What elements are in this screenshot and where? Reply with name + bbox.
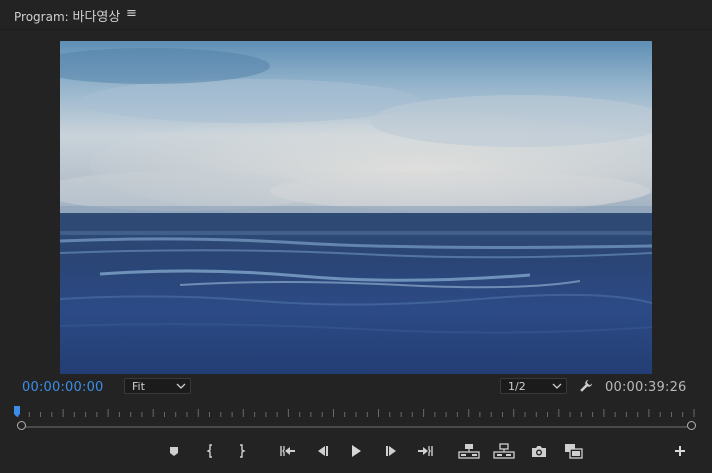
zoom-scroll-left-handle[interactable] — [17, 421, 26, 430]
extract-icon — [493, 443, 515, 459]
playback-resolution-value: 1/2 — [508, 380, 526, 393]
transport-controls — [0, 438, 712, 466]
panel-title-prefix: Program: — [14, 10, 69, 24]
camera-icon — [532, 446, 546, 457]
program-video-frame[interactable] — [60, 41, 652, 374]
button-editor-button[interactable] — [668, 438, 692, 464]
mark-in-button[interactable] — [198, 438, 222, 464]
ocean-video-image — [60, 41, 652, 374]
chevron-down-icon — [552, 383, 562, 389]
mark-out-button[interactable] — [230, 438, 254, 464]
chevron-down-icon — [176, 383, 186, 389]
step-forward-button[interactable] — [380, 438, 404, 464]
go-to-in-icon — [280, 446, 295, 456]
zoom-scroll-right-handle[interactable] — [687, 421, 696, 430]
go-to-out-icon — [418, 446, 433, 456]
panel-header: Program: 바다영상 ≡ — [0, 0, 712, 30]
sequence-name: 바다영상 — [72, 10, 121, 25]
step-forward-icon — [386, 446, 396, 456]
time-ruler[interactable] — [14, 406, 698, 420]
marker-icon — [170, 447, 178, 456]
mark-in-icon — [206, 444, 212, 458]
mark-out-icon — [240, 444, 246, 458]
zoom-level-select[interactable]: Fit — [124, 378, 191, 394]
lift-icon — [458, 444, 480, 459]
playhead-marker[interactable] — [14, 406, 20, 418]
zoom-scroll-track[interactable] — [22, 426, 692, 428]
go-to-out-button[interactable] — [414, 438, 438, 464]
export-frame-button[interactable] — [527, 438, 551, 464]
add-marker-button[interactable] — [162, 438, 186, 464]
duration-timecode: 00:00:39:26 — [605, 380, 687, 395]
extract-button[interactable] — [492, 438, 516, 464]
panel-title[interactable]: Program: 바다영상 — [14, 6, 120, 25]
step-back-icon — [318, 446, 328, 456]
current-timecode[interactable]: 00:00:00:00 — [22, 380, 104, 395]
plus-icon — [675, 446, 685, 456]
play-icon — [352, 445, 361, 457]
comparison-view-button[interactable] — [562, 438, 586, 464]
wrench-icon[interactable] — [579, 379, 593, 393]
program-monitor-panel: Program: 바다영상 ≡ 00:00:00:00 Fit 1/2 00:0… — [0, 0, 712, 473]
playback-resolution-select[interactable]: 1/2 — [500, 378, 567, 394]
go-to-in-button[interactable] — [275, 438, 299, 464]
comparison-view-icon — [565, 444, 583, 459]
panel-menu-icon[interactable]: ≡ — [126, 6, 137, 21]
ruler-ticks — [17, 409, 695, 417]
play-button[interactable] — [344, 438, 368, 464]
zoom-level-value: Fit — [132, 380, 145, 393]
header-divider — [0, 29, 712, 30]
step-back-button[interactable] — [310, 438, 334, 464]
lift-button[interactable] — [457, 438, 481, 464]
